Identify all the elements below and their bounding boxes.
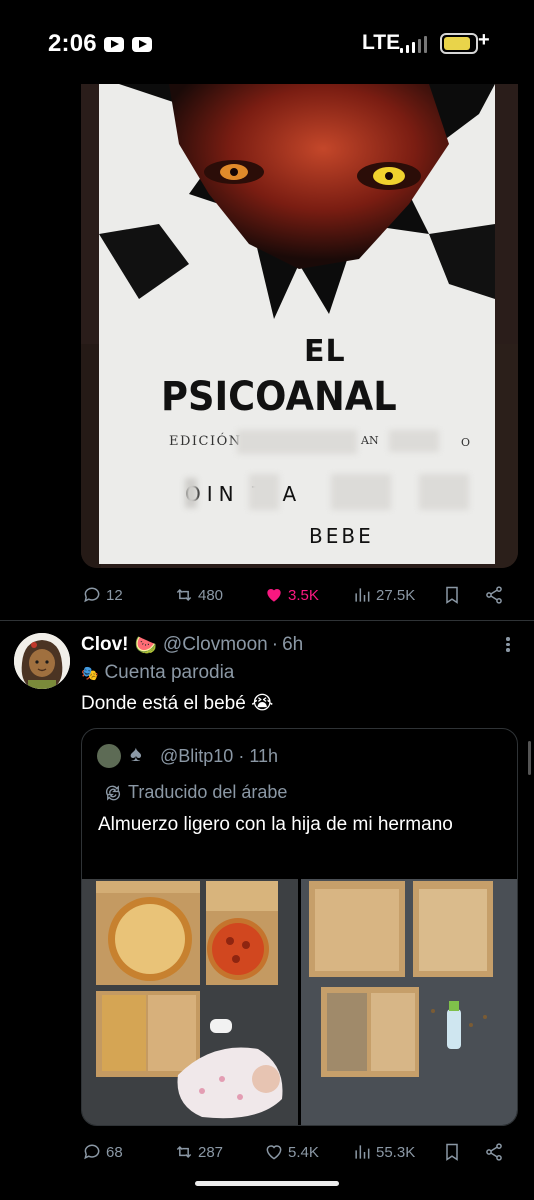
like-count: 3.5K: [288, 586, 319, 604]
share-icon: [486, 586, 502, 604]
battery-icon: [440, 33, 478, 54]
book-cover: EL PSICOANAL EDICIÓN AN O OIN T A BEBE: [99, 84, 495, 564]
parody-label: Cuenta parodia: [104, 662, 235, 683]
censor-blur: [419, 474, 469, 510]
censor-blur: [185, 478, 197, 508]
book-title-line2: PSICOANAL: [161, 374, 397, 420]
status-time: 2:06: [48, 30, 97, 57]
share-button[interactable]: [484, 1138, 508, 1166]
reply-icon: [84, 587, 100, 603]
translation-label: Traducido del árabe: [128, 782, 288, 802]
repost-button[interactable]: 480: [174, 581, 223, 609]
book-cover-art: [99, 84, 495, 324]
quoted-tweet[interactable]: ♠ @Blitp10 · 11h Traducido del árabe Alm…: [81, 728, 518, 1126]
tweet-text: Donde está el bebé 😭: [81, 693, 274, 714]
charging-icon: +: [478, 29, 490, 51]
display-name[interactable]: Clov!: [81, 634, 129, 656]
tweet-divider: [0, 620, 534, 621]
reply-button[interactable]: 12: [82, 581, 123, 609]
book-edition: EDICIÓN: [169, 434, 242, 449]
parody-label-row: 🎭 Cuenta parodia: [81, 660, 234, 686]
views-icon: [355, 588, 370, 602]
censor-blur: [331, 474, 391, 510]
repost-icon: [176, 588, 192, 602]
watermelon-emoji: 🍉: [134, 634, 157, 655]
home-indicator[interactable]: [195, 1181, 339, 1186]
photo-pizzas-empty[interactable]: [301, 879, 517, 1125]
censor-blur: [389, 430, 439, 452]
share-icon: [486, 1143, 502, 1161]
dot-separator: ·: [238, 746, 245, 766]
censor-blur: [249, 474, 279, 510]
parody-mask-icon: 🎭: [81, 664, 99, 681]
quoted-text: Almuerzo ligero con la hija de mi herman…: [98, 814, 453, 835]
status-bar: 2:06 LTE +: [0, 0, 534, 84]
quoted-avatar[interactable]: [97, 744, 121, 768]
reply-icon: [84, 1144, 100, 1160]
youtube-notification-icon: [104, 37, 124, 52]
spade-icon: ♠: [130, 741, 142, 766]
youtube-notification-icon: [132, 37, 152, 52]
signal-icon: [400, 35, 434, 53]
reply-count: 12: [106, 586, 123, 604]
tweet-image-book-cover[interactable]: EL PSICOANAL EDICIÓN AN O OIN T A BEBE: [81, 84, 518, 568]
repost-count: 480: [198, 586, 224, 604]
book-title-line1: EL: [304, 334, 346, 369]
views-button[interactable]: 27.5K: [352, 581, 415, 609]
background-shelf: [495, 344, 518, 568]
views-count: 55.3K: [376, 1143, 416, 1161]
like-button[interactable]: 3.5K: [264, 581, 319, 609]
dot-separator: ·: [271, 634, 279, 655]
like-button[interactable]: 5.4K: [264, 1138, 319, 1166]
bookmark-button[interactable]: [442, 581, 466, 609]
avatar[interactable]: [14, 633, 70, 689]
bookmark-button[interactable]: [442, 1138, 466, 1166]
translation-label-row[interactable]: Traducido del árabe: [104, 782, 287, 803]
repost-icon: [176, 1145, 192, 1159]
tweet-time[interactable]: 6h: [282, 634, 303, 656]
photo-pizzas-full-image: [82, 879, 298, 1125]
scroll-indicator[interactable]: [528, 741, 531, 775]
tweet-action-bar: 68 287 5.4K 55.3K: [82, 1138, 512, 1166]
views-icon: [355, 1145, 370, 1159]
network-type: LTE: [362, 31, 401, 54]
more-icon[interactable]: [500, 635, 516, 657]
translate-icon: [105, 784, 121, 801]
background-shelf: [81, 344, 101, 568]
quoted-handle: @Blitp10: [160, 746, 234, 766]
reply-count: 68: [106, 1143, 123, 1161]
like-icon: [266, 1145, 282, 1160]
photo-pizzas-empty-image: [301, 879, 517, 1125]
tweet-author-row: Clov! 🍉 @Clovmoon · 6h: [81, 632, 303, 658]
like-icon: [267, 589, 281, 602]
book-bebe-text: BEBE: [309, 524, 374, 548]
views-count: 27.5K: [376, 586, 416, 604]
book-edition-fragment: AN: [361, 434, 379, 447]
quoted-media[interactable]: [82, 879, 517, 1125]
quoted-handle-row: @Blitp10 · 11h: [160, 746, 278, 767]
repost-button[interactable]: 287: [174, 1138, 223, 1166]
reply-button[interactable]: 68: [82, 1138, 123, 1166]
censor-blur: [237, 430, 357, 454]
photo-pizzas-full[interactable]: [82, 879, 298, 1125]
book-author-fragment: OIN T A: [185, 482, 303, 506]
book-edition-tail: O: [461, 436, 471, 449]
bookmark-icon: [446, 1143, 458, 1161]
repost-count: 287: [198, 1143, 224, 1161]
handle[interactable]: @Clovmoon: [163, 634, 268, 656]
share-button[interactable]: [484, 581, 508, 609]
views-button[interactable]: 55.3K: [352, 1138, 415, 1166]
bookmark-icon: [446, 586, 458, 604]
quoted-time: 11h: [249, 746, 279, 766]
avatar-image: [14, 633, 70, 689]
tweet-action-bar: 12 480 3.5K 27.5K: [82, 581, 512, 609]
like-count: 5.4K: [288, 1143, 319, 1161]
